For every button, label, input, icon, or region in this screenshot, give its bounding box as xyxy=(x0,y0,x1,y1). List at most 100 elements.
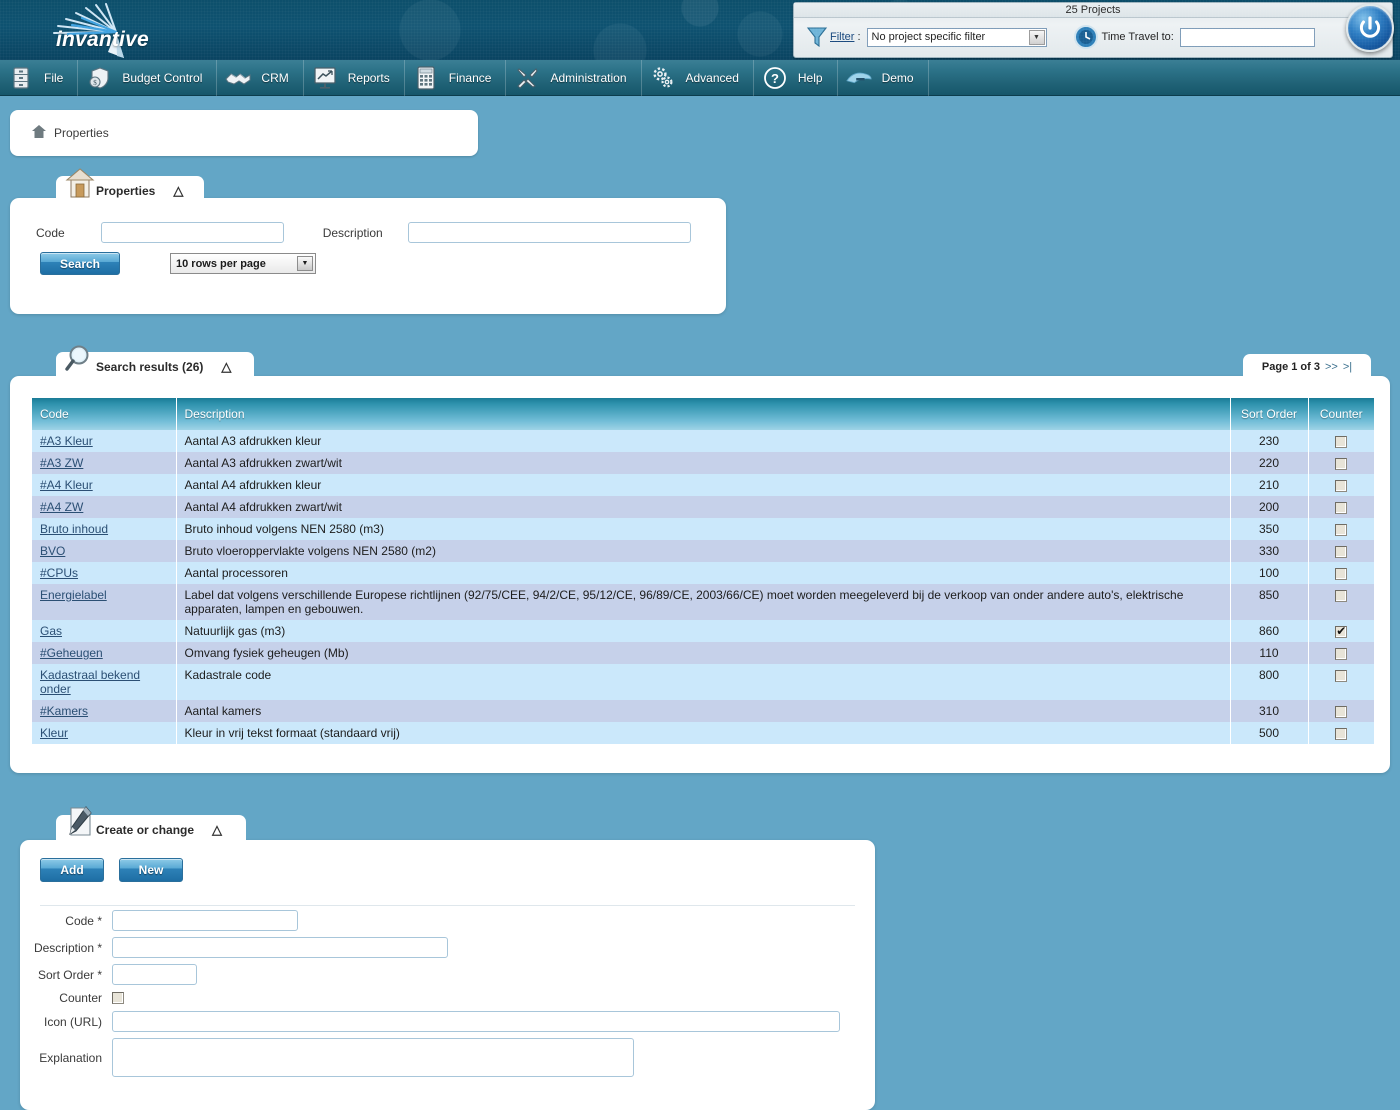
cell-code: #Kamers xyxy=(32,700,176,722)
field-input[interactable] xyxy=(112,964,197,985)
counter-checkbox[interactable] xyxy=(1335,458,1347,470)
counter-checkbox[interactable] xyxy=(1335,502,1347,514)
chevron-down-icon[interactable]: ▼ xyxy=(297,256,313,271)
column-header-code[interactable]: Code xyxy=(32,398,176,430)
breadcrumb-label[interactable]: Properties xyxy=(54,126,109,140)
nav-item-budget-control[interactable]: $ Budget Control xyxy=(78,60,217,96)
filter-link[interactable]: Filter xyxy=(830,31,854,43)
code-link[interactable]: #Kamers xyxy=(40,704,88,718)
code-link[interactable]: Kleur xyxy=(40,726,68,740)
field-label: Explanation xyxy=(20,1051,112,1065)
nav-item-advanced[interactable]: Advanced xyxy=(642,60,754,96)
table-header-row: Code Description Sort Order Counter xyxy=(32,398,1374,430)
counter-checkbox-field[interactable] xyxy=(112,992,124,1004)
nav-item-crm[interactable]: CRM xyxy=(217,60,303,96)
code-link[interactable]: #A4 ZW xyxy=(40,500,83,514)
code-link[interactable]: Gas xyxy=(40,624,62,638)
form-row: Code * xyxy=(20,910,875,931)
cell-sort-order: 310 xyxy=(1230,700,1308,722)
column-header-counter[interactable]: Counter xyxy=(1308,398,1374,430)
code-link[interactable]: Energielabel xyxy=(40,588,107,602)
field-label: Sort Order * xyxy=(20,968,112,982)
cell-sort-order: 110 xyxy=(1230,642,1308,664)
counter-checkbox[interactable] xyxy=(1335,480,1347,492)
pager-next[interactable]: >> xyxy=(1325,361,1338,373)
results-table: Code Description Sort Order Counter #A3 … xyxy=(32,398,1374,744)
counter-checkbox[interactable] xyxy=(1335,706,1347,718)
cell-sort-order: 860 xyxy=(1230,620,1308,642)
nav-item-reports[interactable]: Reports xyxy=(304,60,405,96)
project-filter-select[interactable]: No project specific filter ▼ xyxy=(867,28,1047,47)
counter-checkbox[interactable] xyxy=(1335,670,1347,682)
counter-checkbox[interactable] xyxy=(1335,590,1347,602)
cell-sort-order: 220 xyxy=(1230,452,1308,474)
counter-checkbox[interactable] xyxy=(1335,546,1347,558)
form-row: Explanation xyxy=(20,1038,875,1077)
cell-description: Aantal A3 afdrukken kleur xyxy=(176,430,1230,452)
table-row: #CPUsAantal processoren100 xyxy=(32,562,1374,584)
table-row: #A3 ZW Aantal A3 afdrukken zwart/wit220 xyxy=(32,452,1374,474)
search-code-input[interactable] xyxy=(101,222,284,243)
nav-item-file[interactable]: File xyxy=(0,60,78,96)
nav-item-administration[interactable]: Administration xyxy=(506,60,641,96)
counter-checkbox[interactable] xyxy=(1335,524,1347,536)
svg-text:?: ? xyxy=(771,71,779,86)
counter-checkbox[interactable] xyxy=(1335,626,1347,638)
search-description-input[interactable] xyxy=(408,222,691,243)
funnel-icon xyxy=(806,25,828,49)
filter-colon: : xyxy=(857,31,860,43)
field-input[interactable] xyxy=(112,910,298,931)
table-row: GasNatuurlijk gas (m3)860 xyxy=(32,620,1374,642)
cell-description: Bruto inhoud volgens NEN 2580 (m3) xyxy=(176,518,1230,540)
cell-counter xyxy=(1308,664,1374,700)
code-link[interactable]: #A4 Kleur xyxy=(40,478,93,492)
nav-item-help[interactable]: ? Help xyxy=(754,60,838,96)
column-header-description[interactable]: Description xyxy=(176,398,1230,430)
cell-sort-order: 200 xyxy=(1230,496,1308,518)
code-link[interactable]: BVO xyxy=(40,544,65,558)
counter-checkbox[interactable] xyxy=(1335,728,1347,740)
add-button[interactable]: Add xyxy=(40,858,104,882)
rows-per-page-select[interactable]: 10 rows per page ▼ xyxy=(170,253,316,274)
search-button[interactable]: Search xyxy=(40,252,120,275)
chevron-up-icon[interactable]: △ xyxy=(212,822,222,838)
cell-code: #A4 Kleur xyxy=(32,474,176,496)
tab-properties[interactable]: Properties △ xyxy=(56,176,204,206)
code-link[interactable]: Bruto inhoud xyxy=(40,522,108,536)
pager-last[interactable]: >| xyxy=(1343,361,1352,373)
cell-description: Aantal A4 afdrukken zwart/wit xyxy=(176,496,1230,518)
power-icon[interactable] xyxy=(1346,4,1394,52)
time-travel-input[interactable] xyxy=(1180,28,1315,47)
main-nav: File $ Budget Control CRM xyxy=(0,60,1400,96)
tab-create-or-change[interactable]: Create or change △ xyxy=(56,815,246,845)
cell-code: Kadastraal bekend onder xyxy=(32,664,176,700)
tab-search-results[interactable]: Search results (26) △ xyxy=(56,352,254,382)
cell-description: Aantal A3 afdrukken zwart/wit xyxy=(176,452,1230,474)
chevron-up-icon[interactable]: △ xyxy=(221,359,231,375)
code-link[interactable]: #Geheugen xyxy=(40,646,103,660)
field-input[interactable] xyxy=(112,937,448,958)
field-input[interactable] xyxy=(112,1011,840,1032)
cell-sort-order: 350 xyxy=(1230,518,1308,540)
pager-label: Page 1 of 3 xyxy=(1262,361,1320,373)
nav-label: Administration xyxy=(540,71,640,85)
cell-sort-order: 210 xyxy=(1230,474,1308,496)
explanation-textarea[interactable] xyxy=(112,1038,634,1077)
nav-item-finance[interactable]: Finance xyxy=(405,60,507,96)
column-header-sort-order[interactable]: Sort Order xyxy=(1230,398,1308,430)
new-button[interactable]: New xyxy=(119,858,183,882)
project-filter-value: No project specific filter xyxy=(872,31,986,43)
cell-description: Bruto vloeroppervlakte volgens NEN 2580 … xyxy=(176,540,1230,562)
code-link[interactable]: #A3 ZW xyxy=(40,456,83,470)
code-link[interactable]: Kadastraal bekend onder xyxy=(40,668,140,696)
presentation-chart-icon xyxy=(312,65,338,91)
counter-checkbox[interactable] xyxy=(1335,436,1347,448)
code-link[interactable]: #CPUs xyxy=(40,566,78,580)
chevron-up-icon[interactable]: △ xyxy=(173,183,183,199)
counter-checkbox[interactable] xyxy=(1335,648,1347,660)
chevron-down-icon[interactable]: ▼ xyxy=(1029,30,1045,45)
nav-item-demo[interactable]: Demo xyxy=(838,60,929,96)
counter-checkbox[interactable] xyxy=(1335,568,1347,580)
code-link[interactable]: #A3 Kleur xyxy=(40,434,93,448)
cell-code: Kleur xyxy=(32,722,176,744)
